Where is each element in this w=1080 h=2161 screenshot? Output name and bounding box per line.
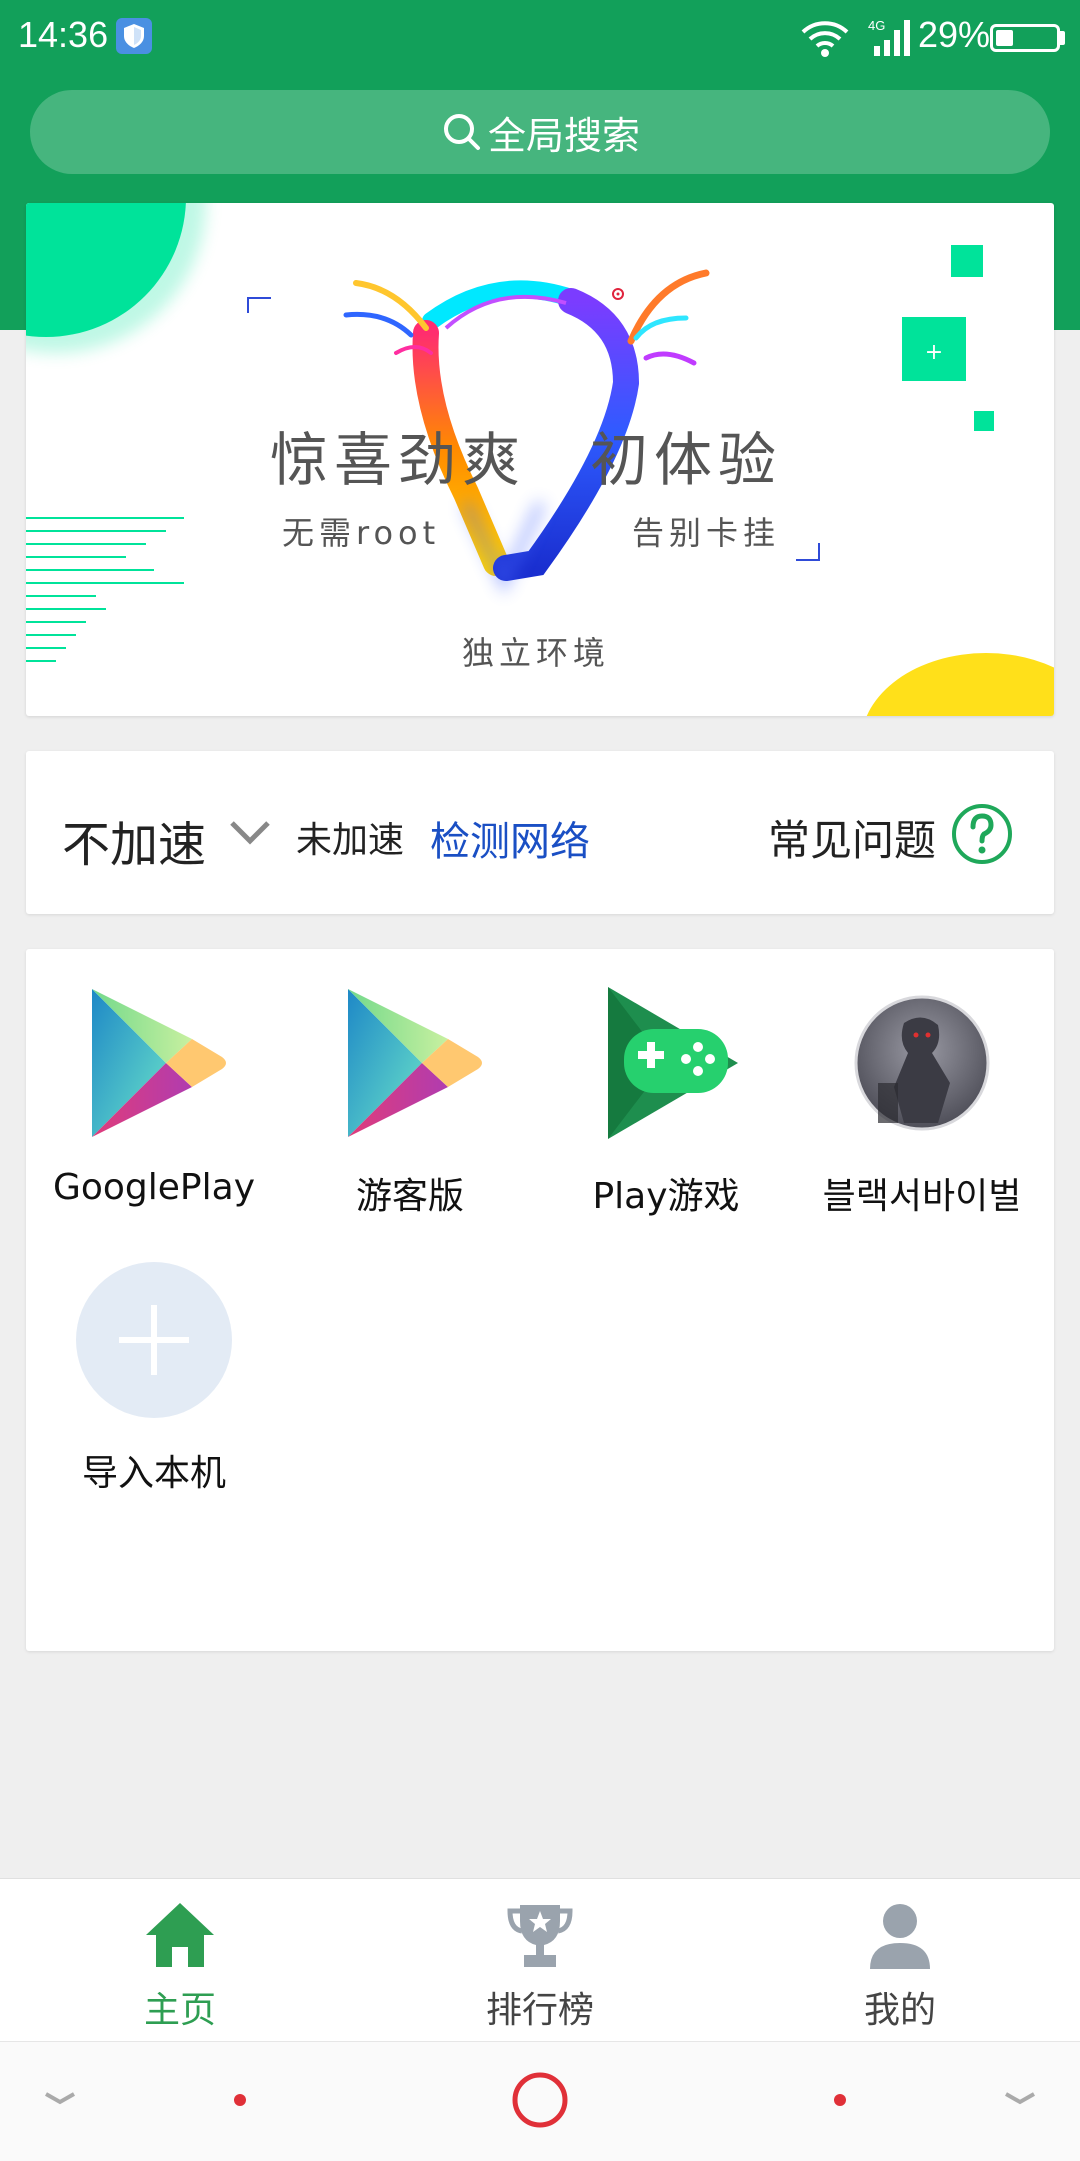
acceleration-card: 不加速 未加速 检测网络 常见问题 <box>26 751 1054 914</box>
user-icon <box>870 1904 930 1969</box>
app-tile-guest[interactable]: 游客版 <box>282 983 538 1219</box>
shield-icon <box>116 18 152 54</box>
status-bar: 14:36 4G 29% <box>0 0 1080 80</box>
battery-icon <box>990 24 1060 52</box>
network-type: 4G <box>868 18 885 33</box>
speed-mode-dropdown[interactable]: 不加速 <box>62 805 206 875</box>
import-local-app-tile[interactable]: 导入本机 <box>26 1260 282 1496</box>
check-network-link[interactable]: 检测网络 <box>430 809 590 867</box>
app-grid-card: GooglePlay 游客版 Play游戏 블랙서바이벌 导入本机 <box>26 949 1054 1651</box>
nav-label-home: 主页 <box>143 1990 216 2031</box>
system-navigation-bar <box>0 2041 1080 2161</box>
app-label: 블랙서바이벌 <box>822 1176 1022 1217</box>
app-label: 导入本机 <box>81 1453 226 1494</box>
nav-label-ranking: 排行榜 <box>485 1990 594 2031</box>
home-icon <box>146 1903 214 1967</box>
app-label: GooglePlay <box>52 1167 256 1208</box>
trophy-icon <box>507 1905 573 1967</box>
nav-tab-ranking[interactable]: 排行榜 <box>360 1879 720 2042</box>
banner-subtitle-left: 无需root <box>282 514 441 552</box>
back-dot-icon <box>234 2094 246 2106</box>
game-avatar-icon <box>854 995 990 1131</box>
battery-tip <box>1060 31 1065 45</box>
banner-subtitle-bottom: 独立环境 <box>462 634 611 672</box>
app-tile-black-survival[interactable]: 블랙서바이벌 <box>794 983 1050 1219</box>
nav-tab-mine[interactable]: 我的 <box>720 1879 1080 2042</box>
app-tile-play-games[interactable]: Play游戏 <box>538 983 794 1219</box>
status-time: 14:36 <box>18 14 109 55</box>
app-label: 游客版 <box>355 1176 464 1217</box>
collapse-left-icon <box>45 2092 75 2105</box>
app-tile-googleplay[interactable]: GooglePlay <box>26 983 282 1208</box>
collapse-right-icon <box>1005 2092 1035 2105</box>
app-label: Play游戏 <box>592 1176 740 1217</box>
help-icon[interactable] <box>951 803 1013 865</box>
system-nav-graphics <box>45 2072 1035 2128</box>
bottom-navigation: 主页 排行榜 我的 <box>0 1878 1080 2042</box>
chevron-down-icon[interactable] <box>228 815 272 851</box>
faq-link[interactable]: 常见问题 <box>768 807 936 868</box>
play-games-icon <box>608 987 738 1139</box>
search-icon <box>443 114 480 150</box>
wifi-icon <box>801 21 849 57</box>
speed-status: 未加速 <box>296 820 405 861</box>
nav-label-mine: 我的 <box>863 1990 936 2031</box>
signal-icon: 4G <box>868 18 910 56</box>
promo-banner[interactable]: + 惊喜劲爽 初体验 无需root 告别卡挂 独立环境 <box>26 203 1054 716</box>
battery-percent: 29% <box>918 14 991 55</box>
recents-dot-icon <box>834 2094 846 2106</box>
nav-tab-home[interactable]: 主页 <box>0 1879 360 2042</box>
google-play-icon <box>348 989 482 1137</box>
banner-title: 惊喜劲爽 初体验 <box>270 426 783 494</box>
add-icon <box>76 1262 232 1418</box>
global-search-bar[interactable]: 全局搜索 <box>30 90 1050 174</box>
home-circle-icon <box>512 2072 568 2128</box>
search-label: 全局搜索 <box>487 113 640 158</box>
svg-text:+: + <box>925 340 943 365</box>
google-play-icon <box>92 989 226 1137</box>
banner-subtitle-right: 告别卡挂 <box>632 514 781 552</box>
